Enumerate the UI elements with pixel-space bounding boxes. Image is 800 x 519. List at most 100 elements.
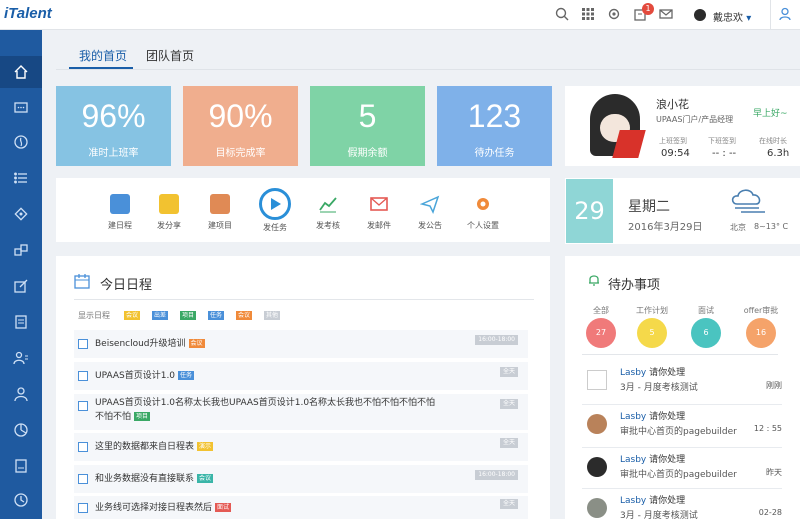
todo-item-title: Lasby 请你处理 [620,365,685,378]
sidebar-item-users[interactable] [0,342,42,374]
trend-chart-icon [318,194,338,214]
todo-category-count[interactable]: 16 [746,318,776,348]
create-schedule-button[interactable]: 建日程 [96,194,144,231]
schedule-row[interactable]: Beisencloud升级培训 会议 16:00-18:00 [74,330,528,358]
stat-value: 5 [358,98,377,134]
schedule-text: 和业务数据没有直接联系 [95,474,195,484]
schedule-row[interactable]: UPAAS首页设计1.0名称太长我也UPAAS首页设计1.0名称太长我也不怕不怕… [74,394,528,430]
schedule-row[interactable]: 业务线可选择对接日程表然后 面试 全天 [74,496,528,519]
tab-team-home[interactable]: 团队首页 [146,47,194,64]
mail-icon[interactable] [658,7,674,23]
schedule-text: 业务线可选择对接日程表然后 [95,502,213,513]
legend-tag[interactable]: 出差 [152,311,169,320]
schedule-checkbox[interactable] [78,371,88,381]
user-profile-icon[interactable] [778,7,794,23]
todo-category-label: 面试 [698,306,714,315]
city: 北京 [730,223,746,232]
schedule-row[interactable]: 这里的数据都来自日程表 演示 全天 [74,433,528,461]
send-review-button[interactable]: 发考核 [304,194,352,231]
sidebar-item-person[interactable] [0,378,42,410]
legend-tag[interactable]: 其他 [264,311,281,320]
todo-category-label: offer审批 [743,306,779,315]
personal-settings-button[interactable]: 个人设置 [459,194,507,231]
action-label: 建日程 [108,221,132,230]
schedule-checkbox[interactable] [78,502,88,513]
todo-category-count[interactable]: 6 [691,318,721,348]
top-bar: iTalent 1 戴忠欢 ▾ [0,0,800,30]
sidebar-item-pie-chart[interactable] [0,414,42,446]
todo-item[interactable]: Lasby 请你处理 审批中心首页的pagebuilder 12 : 55 [582,404,782,444]
todo-item-title: Lasby 请你处理 [620,409,685,422]
action-label: 发邮件 [367,221,391,230]
send-mail-button[interactable]: 发邮件 [355,194,403,231]
todo-user[interactable]: Lasby [620,412,646,422]
legend-tag[interactable]: 项目 [180,311,197,320]
page-tabs: 我的首页 团队首页 [56,38,800,70]
create-project-button[interactable]: 建项目 [196,194,244,231]
user-menu[interactable]: 戴忠欢 ▾ [713,9,751,24]
share-button[interactable]: 发分享 [145,194,193,231]
sidebar-item-flame[interactable] [0,126,42,158]
sidebar-item-edit[interactable] [0,270,42,302]
stat-value: 90% [208,98,273,134]
schedule-checkbox[interactable] [78,339,88,349]
schedule-checkbox[interactable] [78,442,88,452]
schedule-time: 16:00-18:00 [475,470,518,480]
sidebar-item-chat[interactable] [0,92,42,124]
sidebar-item-home[interactable] [0,56,42,88]
search-icon[interactable] [554,7,570,23]
stat-card-goal[interactable]: 90% 目标完成率 [183,86,298,166]
todo-category-count[interactable]: 27 [586,318,616,348]
todo-description: 3月 - 月度考核测试 [620,383,698,393]
stat-card-tasks[interactable]: 123 待办任务 [437,86,552,166]
sidebar-item-history[interactable] [0,484,42,516]
calendar-icon [110,194,130,214]
gear-icon[interactable] [606,7,622,23]
sidebar-item-list[interactable] [0,162,42,194]
send-task-button[interactable]: 发任务 [251,222,299,233]
app-logo[interactable]: iTalent [4,5,52,22]
schedule-checkbox[interactable] [78,401,88,411]
legend-tag[interactable]: 任务 [208,311,225,320]
stat-card-leave[interactable]: 5 假期余额 [310,86,425,166]
sidebar-item-document[interactable] [0,306,42,338]
todo-item[interactable]: Lasby 请你处理 审批中心首页的pagebuilder 昨天 [582,447,782,487]
action-label: 发考核 [316,221,340,230]
schedule-tag: 会议 [197,474,214,483]
send-notice-button[interactable]: 发公告 [406,194,454,231]
sidebar-item-target[interactable] [0,198,42,230]
online-label: 在线时长 [759,137,787,145]
schedule-checkbox[interactable] [78,474,88,484]
todo-item[interactable]: Lasby 请你处理 3月 - 月度考核测试 刚刚 [582,361,782,401]
schedule-tag: 会议 [188,339,205,348]
legend-tag[interactable]: 会议 [236,311,253,320]
date-weather-card: 29 星期二 2016年3月29日 北京 8~13° C [565,178,800,244]
profile-title: UPAAS门户/产品经理 [656,115,734,124]
todo-category-count[interactable]: 5 [637,318,667,348]
todo-user[interactable]: Lasby [620,455,646,465]
sidebar-item-link[interactable] [0,234,42,266]
schedule-text: Beisencloud升级培训 [95,339,186,349]
todo-item-title: Lasby 请你处理 [620,493,685,506]
sidebar-item-report[interactable] [0,450,42,482]
divider [770,0,771,30]
online-value: 6.3h [767,148,790,159]
schedule-text: 不怕不怕 [95,412,132,422]
compass-icon[interactable] [259,188,291,220]
legend-tag[interactable]: 会议 [124,311,141,320]
todo-user[interactable]: Lasby [620,368,646,378]
todo-action: 请你处理 [649,368,686,378]
apps-grid-icon[interactable] [580,7,596,23]
schedule-row[interactable]: UPAAS首页设计1.0 任务 全天 [74,362,528,390]
weekday: 星期二 [628,199,670,215]
calendar-icon [74,273,90,292]
profile-avatar[interactable] [590,94,646,158]
schedule-row[interactable]: 和业务数据没有直接联系 会议 16:00-18:00 [74,465,528,493]
tab-my-home[interactable]: 我的首页 [79,47,127,64]
todo-user[interactable]: Lasby [620,496,646,506]
schedule-time: 全天 [499,498,518,509]
stat-card-attendance[interactable]: 96% 准时上班率 [56,86,171,166]
user-avatar[interactable] [694,9,706,21]
todo-item[interactable]: Lasby 请你处理 3月 - 月度考核测试 02-28 [582,488,782,519]
stat-value: 96% [81,98,146,134]
